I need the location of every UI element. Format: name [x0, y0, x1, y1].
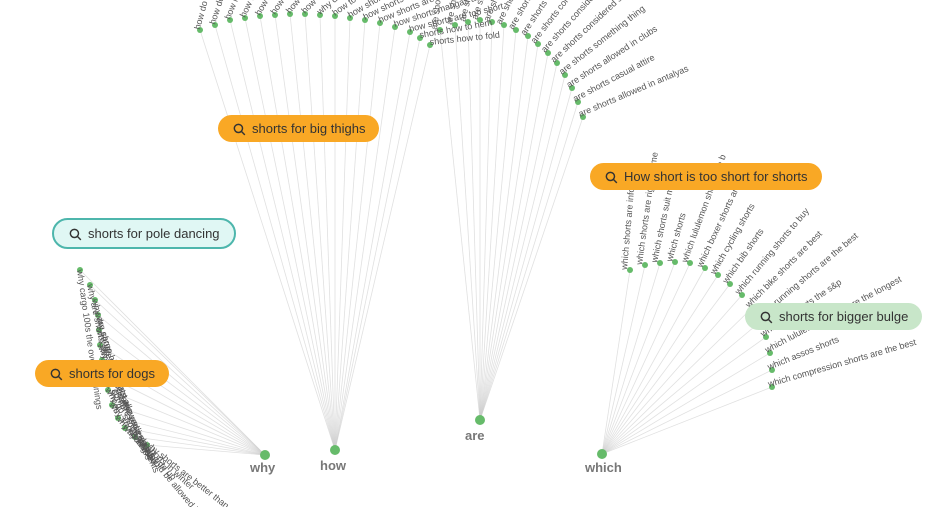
- radial-chart: how do shorts work how do shorts make mo…: [0, 0, 935, 507]
- big-thighs-bubble[interactable]: shorts for big thighs: [218, 115, 379, 142]
- dogs-bubble[interactable]: shorts for dogs: [35, 360, 169, 387]
- bigger-bulge-bubble[interactable]: shorts for bigger bulge: [745, 303, 922, 330]
- dogs-label: shorts for dogs: [69, 366, 155, 381]
- hub-which-label: which: [584, 460, 622, 475]
- bigger-bulge-label: shorts for bigger bulge: [779, 309, 908, 324]
- how-short-label: How short is too short for shorts: [624, 169, 808, 184]
- hub-why-label: why: [249, 460, 276, 475]
- search-icon: [759, 310, 773, 324]
- big-thighs-label: shorts for big thighs: [252, 121, 365, 136]
- search-icon: [604, 170, 618, 184]
- search-icon: [49, 367, 63, 381]
- pole-dancing-bubble[interactable]: shorts for pole dancing: [52, 218, 236, 249]
- search-icon: [68, 227, 82, 241]
- hub-how-label: how: [320, 458, 347, 473]
- search-icon: [232, 122, 246, 136]
- hub-are-label: are: [465, 428, 485, 443]
- pole-dancing-label: shorts for pole dancing: [88, 226, 220, 241]
- how-short-bubble[interactable]: How short is too short for shorts: [590, 163, 822, 190]
